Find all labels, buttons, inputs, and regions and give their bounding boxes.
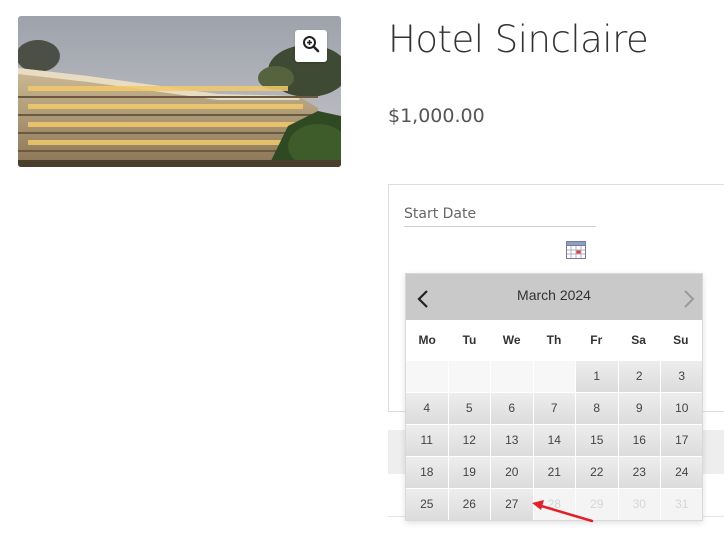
hotel-building-image	[18, 16, 341, 167]
calendar-day-28: 28	[533, 489, 576, 520]
calendar-day-23[interactable]: 23	[618, 457, 661, 489]
start-date-label: Start Date	[404, 206, 477, 222]
product-page: Hotel Sinclaire $1,000.00 Start Date Mar…	[0, 0, 724, 535]
calendar-day-3[interactable]: 3	[661, 361, 702, 393]
calendar-day-9[interactable]: 9	[618, 393, 661, 425]
calendar-day-7[interactable]: 7	[533, 393, 576, 425]
calendar-day-14[interactable]: 14	[533, 425, 576, 457]
datepicker-days: 1 2 3 4 5 6 7 8 9 10 11 12 13 14 15 16 17 18 19 20 21 22 23 24 2…	[406, 361, 702, 520]
calendar-day-8[interactable]: 8	[576, 393, 619, 425]
calendar-day-17[interactable]: 17	[661, 425, 702, 457]
weekday-header: Th	[546, 333, 562, 347]
calendar-day-1[interactable]: 1	[576, 361, 619, 393]
weekday-header: Su	[673, 333, 689, 347]
calendar-day-20[interactable]: 20	[491, 457, 534, 489]
calendar-day-10[interactable]: 10	[661, 393, 702, 425]
weekday-header: Tu	[462, 333, 477, 347]
weekday-header: Mo	[418, 333, 436, 347]
calendar-day-4[interactable]: 4	[406, 393, 449, 425]
calendar-day-16[interactable]: 16	[618, 425, 661, 457]
calendar-day-25[interactable]: 25	[406, 489, 449, 520]
calendar-empty-cell	[448, 361, 491, 393]
hotel-photo[interactable]	[18, 16, 341, 167]
calendar-day-27[interactable]: 27	[491, 489, 534, 520]
calendar-day-18[interactable]: 18	[406, 457, 449, 489]
weekday-header: Sa	[631, 333, 646, 347]
calendar-day-2[interactable]: 2	[618, 361, 661, 393]
datepicker: March 2024 Mo Tu We Th Fr Sa Su 1 2 3 4 5 6 7 8 9 10 11 1…	[405, 273, 703, 521]
calendar-day-6[interactable]: 6	[491, 393, 534, 425]
calendar-day-13[interactable]: 13	[491, 425, 534, 457]
product-title: Hotel Sinclaire	[388, 18, 649, 61]
calendar-empty-cell	[533, 361, 576, 393]
start-date-input[interactable]	[404, 226, 596, 227]
weekday-header: We	[502, 333, 521, 347]
calendar-empty-cell	[491, 361, 534, 393]
calendar-empty-cell	[406, 361, 449, 393]
zoom-button[interactable]	[295, 30, 327, 62]
datepicker-month-label: March 2024	[517, 287, 591, 303]
calendar-day-24[interactable]: 24	[661, 457, 702, 489]
calendar-day-26[interactable]: 26	[448, 489, 491, 520]
calendar-day-15[interactable]: 15	[576, 425, 619, 457]
datepicker-weekdays: Mo Tu We Th Fr Sa Su	[406, 320, 702, 361]
calendar-day-21[interactable]: 21	[533, 457, 576, 489]
zoom-in-icon	[302, 35, 320, 58]
calendar-day-12[interactable]: 12	[448, 425, 491, 457]
product-price: $1,000.00	[388, 105, 485, 127]
calendar-day-11[interactable]: 11	[406, 425, 449, 457]
weekday-header: Fr	[590, 333, 603, 347]
calendar-day-29: 29	[576, 489, 619, 520]
calendar-day-5[interactable]: 5	[448, 393, 491, 425]
calendar-day-22[interactable]: 22	[576, 457, 619, 489]
calendar-icon[interactable]	[566, 240, 586, 259]
chevron-right-icon[interactable]	[678, 288, 698, 310]
calendar-day-19[interactable]: 19	[448, 457, 491, 489]
datepicker-header: March 2024	[406, 274, 702, 320]
calendar-day-30: 30	[618, 489, 661, 520]
calendar-day-31: 31	[661, 489, 702, 520]
